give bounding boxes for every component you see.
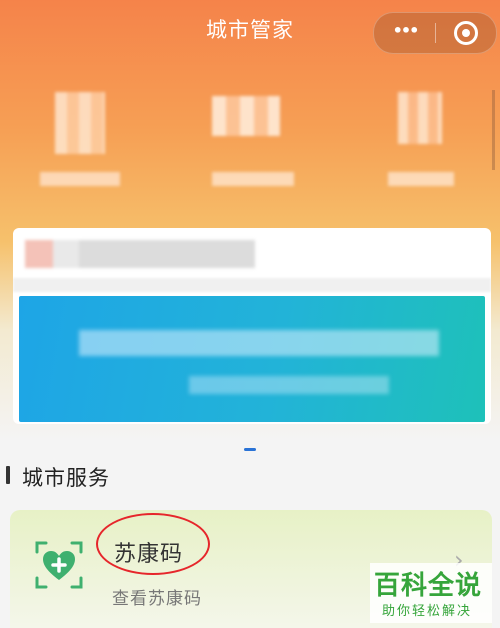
annotation-circle — [96, 513, 210, 575]
notice-card — [13, 228, 491, 424]
blurred-stat-icon-1[interactable] — [55, 92, 105, 154]
watermark-subtitle: 助你轻松解决 — [382, 604, 473, 619]
service-subtitle: 查看苏康码 — [112, 589, 202, 609]
scroll-indicator — [492, 90, 495, 170]
more-dots-icon[interactable]: ••• — [390, 21, 420, 40]
blurred-stat-label-3 — [388, 172, 454, 186]
heart-plus-scan-icon — [35, 541, 83, 589]
watermark-title: 百科全说 — [374, 571, 483, 601]
watermark: 百科全说 助你轻松解决 — [370, 563, 492, 623]
capsule-divider — [435, 23, 436, 43]
blurred-stat-icon-3[interactable] — [398, 92, 442, 144]
blurred-banner-subtext — [189, 376, 389, 394]
blurred-notice-strip — [13, 278, 491, 292]
carousel-indicator — [244, 448, 256, 451]
section-title: 城市服务 — [22, 466, 110, 490]
blurred-notice-row[interactable] — [25, 240, 255, 268]
section-marker — [6, 466, 10, 484]
mini-program-capsule: ••• — [373, 12, 497, 54]
blurred-stat-icon-2[interactable] — [212, 96, 280, 136]
promo-banner[interactable] — [19, 296, 485, 422]
target-circle-icon[interactable] — [454, 21, 478, 45]
blurred-stat-label-1 — [40, 172, 120, 186]
blurred-banner-text — [79, 330, 439, 356]
blurred-stat-label-2 — [212, 172, 294, 186]
